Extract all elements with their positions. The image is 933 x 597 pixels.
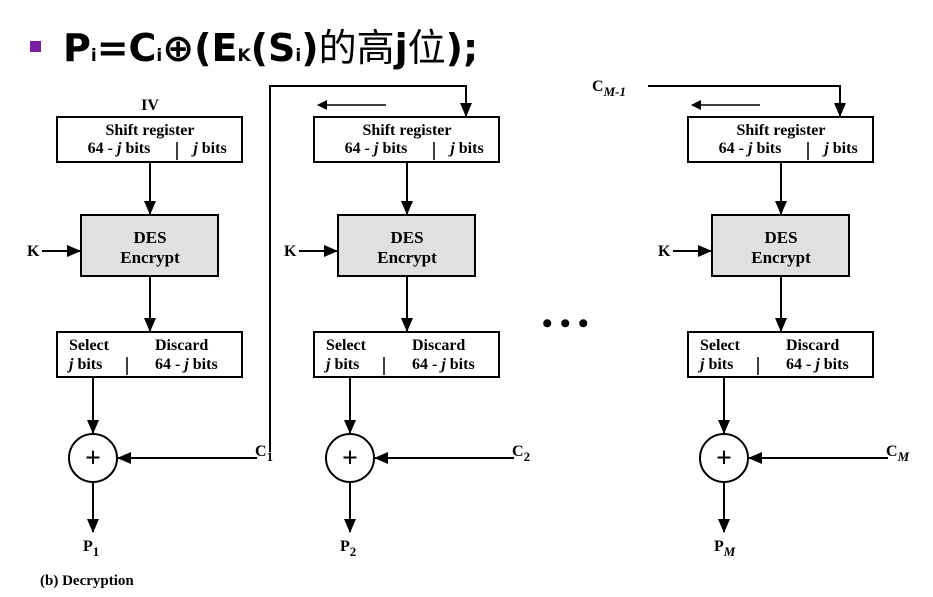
shift-register-box: Shift register64 - j bits j bits [56,116,243,163]
select-label: Select [69,337,110,354]
shift-register-label: Shift register [105,122,194,139]
shift-left-bits: 64 - j bits [88,140,151,157]
cfb-decryption-diagram: Shift register64 - j bits j bitsDESEncryp… [27,78,910,559]
iv-label: IV [141,97,159,114]
des-encrypt-box: DESEncrypt [711,214,850,277]
shift-right-bits: j bits [190,140,226,157]
shift-left-bits: 64 - j bits [345,140,408,157]
plain-out-label: P2 [340,538,356,559]
discard-label: Discard [786,337,839,354]
des-encrypt-box: DESEncrypt [337,214,476,277]
ellipsis-dots: • • • [542,307,589,340]
select-discard-box: Select j bits Discard 64 - j bits [313,331,500,378]
xor-plus-symbol: + [85,443,101,474]
discard-label: Discard [412,337,465,354]
encrypt-label: Encrypt [377,248,437,267]
xor-plus-symbol: + [342,443,358,474]
shift-right-bits: j bits [447,140,483,157]
plain-out-label: PM [714,538,736,559]
discard-bits: 64 - j bits [786,356,849,373]
plain-out-label: P1 [83,538,99,559]
feedback-in-label: CM-1 [592,78,626,99]
cipher-in-label: CM [886,443,910,464]
stage-3: Shift register64 - j bits j bitsDESEncryp… [592,78,910,559]
select-label: Select [326,337,367,354]
shift-register-box: Shift register64 - j bits j bits [313,116,500,163]
des-label: DES [390,228,423,247]
select-discard-box: Select j bits Discard 64 - j bits [687,331,874,378]
key-label: K [27,243,40,260]
key-label: K [284,243,297,260]
encrypt-label: Encrypt [751,248,811,267]
select-bits: j bits [323,356,359,373]
shift-register-label: Shift register [362,122,451,139]
key-label: K [658,243,671,260]
encrypt-label: Encrypt [120,248,180,267]
shift-register-label: Shift register [736,122,825,139]
discard-bits: 64 - j bits [155,356,218,373]
des-label: DES [133,228,166,247]
xor-plus-symbol: + [716,443,732,474]
discard-label: Discard [155,337,208,354]
discard-bits: 64 - j bits [412,356,475,373]
feedback-line [648,85,846,117]
des-label: DES [764,228,797,247]
shift-right-bits: j bits [821,140,857,157]
figure-caption: (b) Decryption [40,573,134,589]
stage-2: Shift register64 - j bits j bitsDESEncryp… [284,100,530,559]
select-bits: j bits [66,356,102,373]
cipher-in-label: C2 [512,443,530,464]
stage-1: Shift register64 - j bits j bitsDESEncryp… [27,97,273,559]
shift-register-box: Shift register64 - j bits j bits [687,116,874,163]
select-label: Select [700,337,741,354]
select-discard-box: Select j bits Discard 64 - j bits [56,331,243,378]
des-encrypt-box: DESEncrypt [80,214,219,277]
select-bits: j bits [697,356,733,373]
shift-left-bits: 64 - j bits [719,140,782,157]
